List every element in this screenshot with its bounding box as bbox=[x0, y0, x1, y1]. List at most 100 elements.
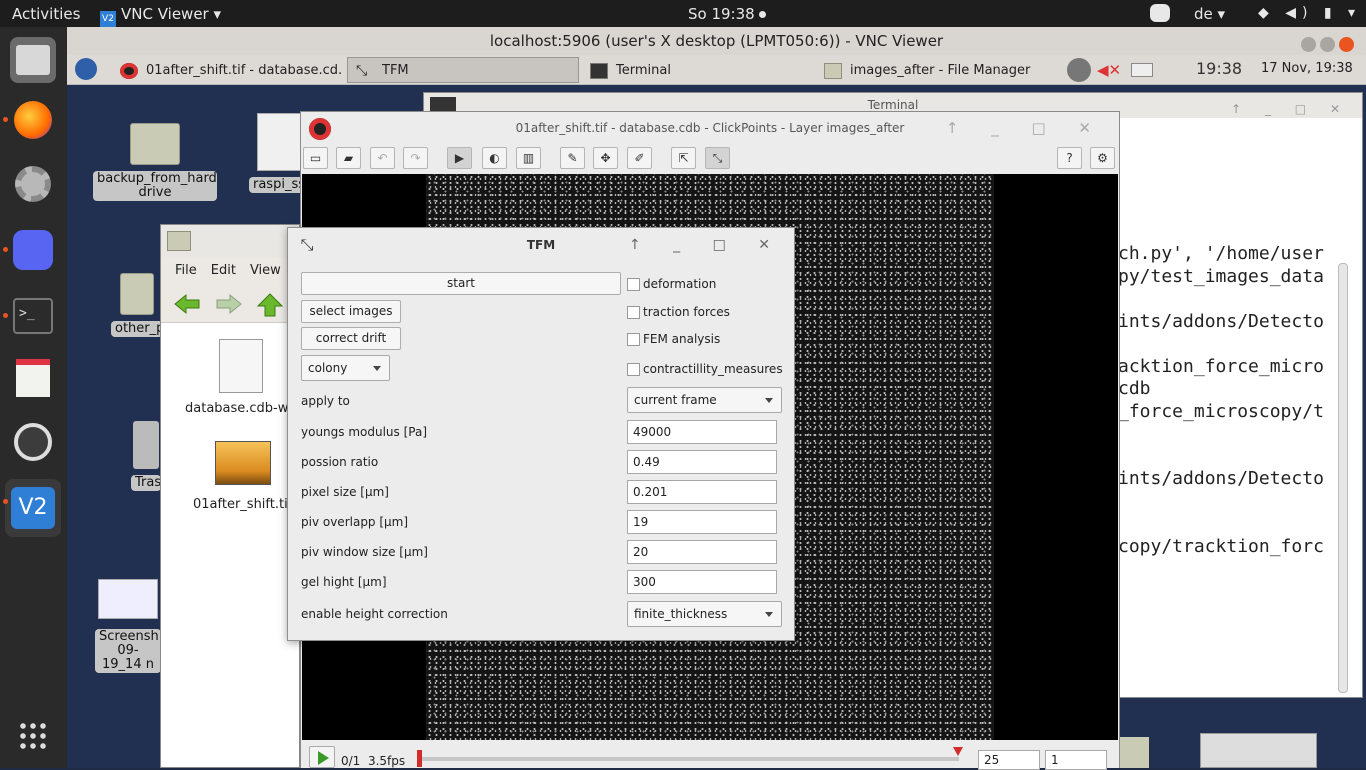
redo-icon[interactable]: ↷ bbox=[403, 147, 428, 169]
timeline-slider[interactable] bbox=[419, 757, 959, 761]
tfm-icon: ⤡ bbox=[356, 63, 368, 79]
file-manager-toolbar bbox=[161, 283, 299, 323]
timeline-play-icon[interactable] bbox=[309, 746, 335, 768]
clock-label: So 19:38 bbox=[688, 5, 755, 23]
height-correction-select[interactable]: finite_thickness bbox=[627, 601, 782, 627]
image-file-icon bbox=[257, 113, 301, 171]
clock[interactable]: So 19:38 bbox=[688, 5, 766, 23]
vnc-viewer-dock-icon[interactable]: V2 bbox=[3, 479, 61, 537]
contractility-checkbox[interactable]: contractillity_measures bbox=[627, 362, 783, 376]
back-arrow-icon[interactable] bbox=[173, 293, 201, 315]
export-icon[interactable]: ⇱ bbox=[671, 147, 696, 169]
task-label: 01after_shift.tif - database.cd... bbox=[146, 63, 343, 78]
task-terminal[interactable]: Terminal bbox=[581, 57, 813, 83]
height-correction-value: finite_thickness bbox=[634, 607, 728, 621]
terminal-scrollbar[interactable] bbox=[1338, 263, 1348, 693]
marker-icon[interactable]: ✥ bbox=[593, 147, 618, 169]
traction-forces-checkbox[interactable]: traction forces bbox=[627, 305, 730, 319]
fem-analysis-checkbox[interactable]: FEM analysis bbox=[627, 332, 720, 346]
firefox-dock-icon[interactable] bbox=[3, 97, 56, 143]
tfm-addon-icon[interactable]: ⤡ bbox=[705, 147, 730, 169]
desktop-icon-label: backup_from_hard drive bbox=[93, 171, 217, 201]
updater-dock-icon[interactable] bbox=[10, 419, 56, 465]
fps-spinbox[interactable]: 25 bbox=[978, 750, 1040, 770]
file-manager-content: database.cdb-wa 01after_shift.tif bbox=[161, 323, 299, 769]
desktop-icon-other[interactable]: other_p bbox=[111, 273, 164, 337]
piv-window-size-field[interactable]: 20 bbox=[627, 540, 777, 564]
file-01after-shift[interactable]: 01after_shift.tif bbox=[193, 441, 292, 512]
correct-drift-button[interactable]: correct drift bbox=[301, 327, 401, 350]
terminal-dock-icon[interactable]: >_ bbox=[3, 293, 56, 339]
file-database-wal[interactable]: database.cdb-wa bbox=[185, 339, 296, 416]
youngs-modulus-field[interactable]: 49000 bbox=[627, 420, 777, 444]
xfce-menu-icon[interactable] bbox=[75, 58, 97, 80]
timeline-icon[interactable]: ▥ bbox=[516, 147, 541, 169]
maximize-icon[interactable] bbox=[1320, 37, 1335, 52]
files-dock-icon[interactable] bbox=[10, 37, 56, 83]
timeline-end-handle[interactable] bbox=[953, 747, 963, 756]
menu-view[interactable]: View bbox=[250, 263, 281, 278]
activities-button[interactable]: Activities bbox=[12, 5, 80, 23]
panel-date[interactable]: 17 Nov, 19:38 bbox=[1261, 61, 1353, 76]
mail-tray-icon[interactable] bbox=[1131, 63, 1153, 77]
text-editor-dock-icon[interactable] bbox=[10, 355, 56, 401]
discord-tray-icon[interactable] bbox=[1150, 4, 1170, 22]
close-icon[interactable] bbox=[1339, 37, 1354, 52]
pixel-size-field[interactable]: 0.201 bbox=[627, 480, 777, 504]
piv-window-size-label: piv window size [µm] bbox=[301, 545, 428, 559]
menu-edit[interactable]: Edit bbox=[211, 263, 236, 278]
tfm-dialog[interactable]: ⤡ TFM ↑ _ □ ✕ start select images correc… bbox=[287, 227, 795, 641]
play-icon[interactable]: ▶ bbox=[447, 147, 472, 169]
mode-select[interactable]: colony bbox=[301, 355, 390, 381]
skip-spinbox[interactable]: 1 bbox=[1045, 750, 1107, 770]
desktop-icon-screenshot[interactable]: Screensh 09-19_14 n bbox=[95, 579, 161, 673]
window-controls[interactable]: ↑ _ □ ✕ bbox=[629, 228, 784, 262]
gel-height-field[interactable]: 300 bbox=[627, 570, 777, 594]
file-manager-window[interactable]: File Edit View database.cdb-wa 01after_shi… bbox=[160, 224, 300, 768]
file-label: database.cdb-wa bbox=[185, 401, 297, 416]
discord-dock-icon[interactable] bbox=[3, 227, 56, 273]
select-images-button[interactable]: select images bbox=[301, 300, 401, 323]
minimize-icon[interactable] bbox=[1301, 37, 1316, 52]
edit-icon[interactable]: ✎ bbox=[560, 147, 585, 169]
frame-index: 0/1 bbox=[341, 754, 361, 768]
undo-icon[interactable]: ↶ bbox=[370, 147, 395, 169]
window-controls[interactable]: ↑ _ □ ✕ bbox=[1231, 97, 1350, 122]
open-folder-icon[interactable]: ▰ bbox=[336, 147, 361, 169]
start-button[interactable]: start bbox=[301, 272, 621, 295]
app-menu[interactable]: V2 VNC Viewer ▾ bbox=[100, 5, 221, 27]
up-arrow-icon[interactable] bbox=[256, 293, 284, 317]
mute-tray-icon[interactable]: ◀✕ bbox=[1097, 61, 1121, 79]
folder-icon bbox=[824, 63, 842, 79]
language-selector[interactable]: de ▾ bbox=[1194, 5, 1225, 23]
brush-icon[interactable]: ✐ bbox=[627, 147, 652, 169]
deformation-checkbox[interactable]: deformation bbox=[627, 277, 716, 291]
dock: >_ V2 bbox=[0, 27, 67, 768]
save-icon[interactable]: ▭ bbox=[303, 147, 328, 169]
settings-dock-icon[interactable] bbox=[10, 161, 56, 207]
desktop-icon-label: Tras bbox=[131, 475, 161, 491]
desktop-icon-trash[interactable]: Tras bbox=[131, 421, 161, 491]
forward-arrow-icon[interactable] bbox=[215, 293, 243, 315]
show-apps-icon[interactable] bbox=[10, 713, 56, 759]
apply-to-select[interactable]: current frame bbox=[627, 387, 782, 413]
settings-icon[interactable]: ⚙ bbox=[1090, 147, 1115, 169]
poisson-ratio-field[interactable]: 0.49 bbox=[627, 450, 777, 474]
task-tfm[interactable]: ⤡ TFM bbox=[347, 57, 579, 83]
terminal-output[interactable]: ch.py', '/home/user py/test_images_data … bbox=[1118, 243, 1324, 558]
system-menu[interactable]: ◆ ◀) ▮ ▾ bbox=[1258, 5, 1361, 21]
folder-icon[interactable] bbox=[1117, 737, 1149, 768]
task-clickpoints[interactable]: 01after_shift.tif - database.cd... bbox=[111, 57, 343, 83]
piv-overlap-field[interactable]: 19 bbox=[627, 510, 777, 534]
help-icon[interactable]: ? bbox=[1057, 147, 1082, 169]
apply-to-value: current frame bbox=[634, 393, 717, 407]
window-controls[interactable]: ↑ _ □ ✕ bbox=[946, 112, 1105, 144]
network-tray-icon[interactable] bbox=[1067, 58, 1091, 82]
contrast-icon[interactable]: ◐ bbox=[482, 147, 507, 169]
task-file-manager[interactable]: images_after - File Manager bbox=[815, 57, 1055, 83]
desktop-icon-label: other_p bbox=[111, 321, 164, 337]
desktop-icon-backup[interactable]: backup_from_hard drive bbox=[93, 123, 217, 201]
panel-clock[interactable]: 19:38 bbox=[1196, 59, 1242, 78]
timeline-start-handle[interactable] bbox=[417, 750, 422, 767]
menu-file[interactable]: File bbox=[175, 263, 197, 278]
